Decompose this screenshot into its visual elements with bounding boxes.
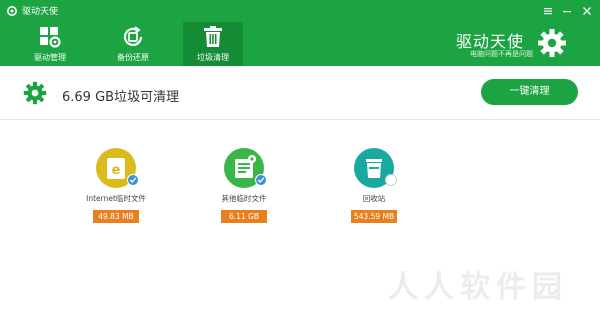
tab-label: 备份还原 xyxy=(117,53,149,62)
tab-driver-management[interactable]: 驱动管理 xyxy=(20,22,80,66)
item-label: 回收站 xyxy=(362,194,386,203)
one-click-clean-button[interactable]: 一键清理 xyxy=(481,79,578,105)
item-label: Internet临时文件 xyxy=(86,194,146,203)
backup-restore-icon xyxy=(123,26,143,46)
checkbox-checked-icon[interactable] xyxy=(255,174,267,186)
size-badge: 543.59 MB xyxy=(351,210,397,223)
cleanup-summary: 6.69 GB垃圾可清理 一键清理 xyxy=(0,66,600,120)
app-logo-icon xyxy=(7,6,17,16)
cleanup-item-recycle-bin[interactable]: 回收站 543.59 MB xyxy=(324,144,424,234)
close-icon xyxy=(583,7,591,15)
main-toolbar: 驱动管理 备份还原 垃圾清理 驱动天使 电脑问题不再是问题 xyxy=(0,22,600,66)
trash-icon xyxy=(204,26,222,47)
junk-size-summary: 6.69 GB垃圾可清理 xyxy=(62,90,180,105)
gear-icon xyxy=(23,81,47,105)
window-title: 驱动天使 xyxy=(22,7,59,17)
grid-gear-icon xyxy=(40,27,61,48)
brand-slogan: 电脑问题不再是问题 xyxy=(470,50,533,58)
checkbox-unchecked-icon[interactable] xyxy=(385,174,397,186)
watermark: 人人软件园 xyxy=(388,270,568,305)
minimize-button[interactable] xyxy=(559,3,575,19)
tab-label: 垃圾清理 xyxy=(197,53,229,62)
cleanup-item-other-temp[interactable]: 其他临时文件 6.11 GB xyxy=(194,144,294,234)
size-badge: 49.83 MB xyxy=(93,210,139,223)
close-button[interactable] xyxy=(579,3,595,19)
title-bar: 驱动天使 xyxy=(0,0,600,22)
menu-icon xyxy=(544,8,552,15)
size-badge: 6.11 GB xyxy=(221,210,267,223)
checkbox-checked-icon[interactable] xyxy=(127,174,139,186)
item-label: 其他临时文件 xyxy=(221,194,267,203)
menu-button[interactable] xyxy=(540,3,556,19)
gear-icon xyxy=(538,29,566,57)
svg-text:e: e xyxy=(112,163,121,178)
cleanup-item-internet-temp[interactable]: e Internet临时文件 49.83 MB xyxy=(66,144,166,234)
tab-label: 驱动管理 xyxy=(34,53,66,62)
minimize-icon xyxy=(563,11,571,13)
tab-backup-restore[interactable]: 备份还原 xyxy=(103,22,163,66)
app-window: 驱动天使 驱动管理 备份还原 垃圾清理 驱动天使 电脑问题不再是问题 6.69 … xyxy=(0,0,600,314)
tab-junk-cleanup[interactable]: 垃圾清理 xyxy=(183,22,243,66)
